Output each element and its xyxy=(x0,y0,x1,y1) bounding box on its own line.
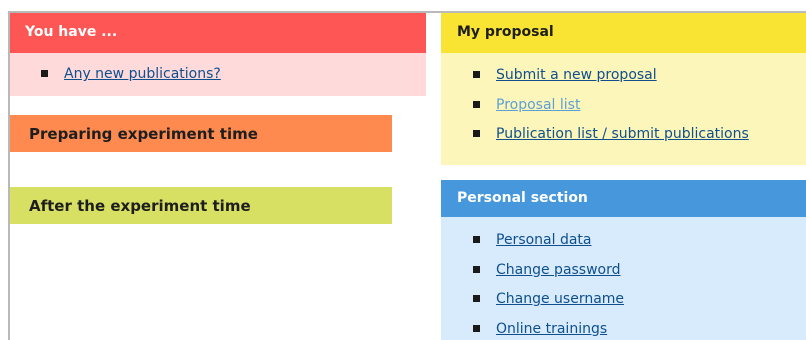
list-item: Publication list / submit publications xyxy=(473,125,806,143)
preparing-experiment-title: Preparing experiment time xyxy=(29,125,258,143)
after-experiment-header[interactable]: After the experiment time xyxy=(10,187,392,224)
bullet-icon xyxy=(473,265,480,273)
list-item: Change password xyxy=(473,261,806,279)
any-new-publications-link[interactable]: Any new publications? xyxy=(64,66,221,82)
change-username-link[interactable]: Change username xyxy=(496,291,624,307)
personal-section-link-list: Personal data Change password Change use… xyxy=(473,231,806,338)
personal-section-title: Personal section xyxy=(457,190,588,206)
personal-section-panel: Personal section Personal data Change pa… xyxy=(441,180,806,340)
you-have-header: You have ... xyxy=(10,13,426,53)
personal-section-body: Personal data Change password Change use… xyxy=(441,217,806,340)
bullet-icon xyxy=(473,236,480,243)
you-have-title: You have ... xyxy=(25,24,118,40)
personal-section-header: Personal section xyxy=(441,180,806,217)
my-proposal-header: My proposal xyxy=(441,13,806,53)
my-proposal-title: My proposal xyxy=(457,24,554,40)
list-item: Submit a new proposal xyxy=(473,66,806,84)
bullet-icon xyxy=(473,324,480,332)
my-proposal-link-list: Submit a new proposal Proposal list Publ… xyxy=(473,66,806,143)
you-have-body: Any new publications? xyxy=(10,53,426,96)
bullet-icon xyxy=(41,70,48,77)
publication-list-link[interactable]: Publication list / submit publications xyxy=(496,126,749,142)
preparing-experiment-header[interactable]: Preparing experiment time xyxy=(10,115,392,152)
my-proposal-panel: My proposal Submit a new proposal Propos… xyxy=(441,13,806,165)
list-item: Personal data xyxy=(473,231,806,249)
you-have-link-list: Any new publications? xyxy=(41,65,426,83)
after-experiment-title: After the experiment time xyxy=(29,197,251,215)
bullet-icon xyxy=(473,71,480,78)
list-item: Any new publications? xyxy=(41,65,426,83)
bullet-icon xyxy=(473,295,480,302)
you-have-panel: You have ... Any new publications? xyxy=(10,13,426,96)
list-item: Change username xyxy=(473,290,806,308)
online-trainings-link[interactable]: Online trainings xyxy=(496,321,607,337)
change-password-link[interactable]: Change password xyxy=(496,262,621,278)
list-item: Online trainings xyxy=(473,320,806,338)
submit-new-proposal-link[interactable]: Submit a new proposal xyxy=(496,67,657,83)
bullet-icon xyxy=(473,130,480,137)
proposal-list-link[interactable]: Proposal list xyxy=(496,97,580,113)
bullet-icon xyxy=(473,100,480,108)
list-item: Proposal list xyxy=(473,96,806,114)
my-proposal-body: Submit a new proposal Proposal list Publ… xyxy=(441,53,806,165)
personal-data-link[interactable]: Personal data xyxy=(496,232,592,248)
